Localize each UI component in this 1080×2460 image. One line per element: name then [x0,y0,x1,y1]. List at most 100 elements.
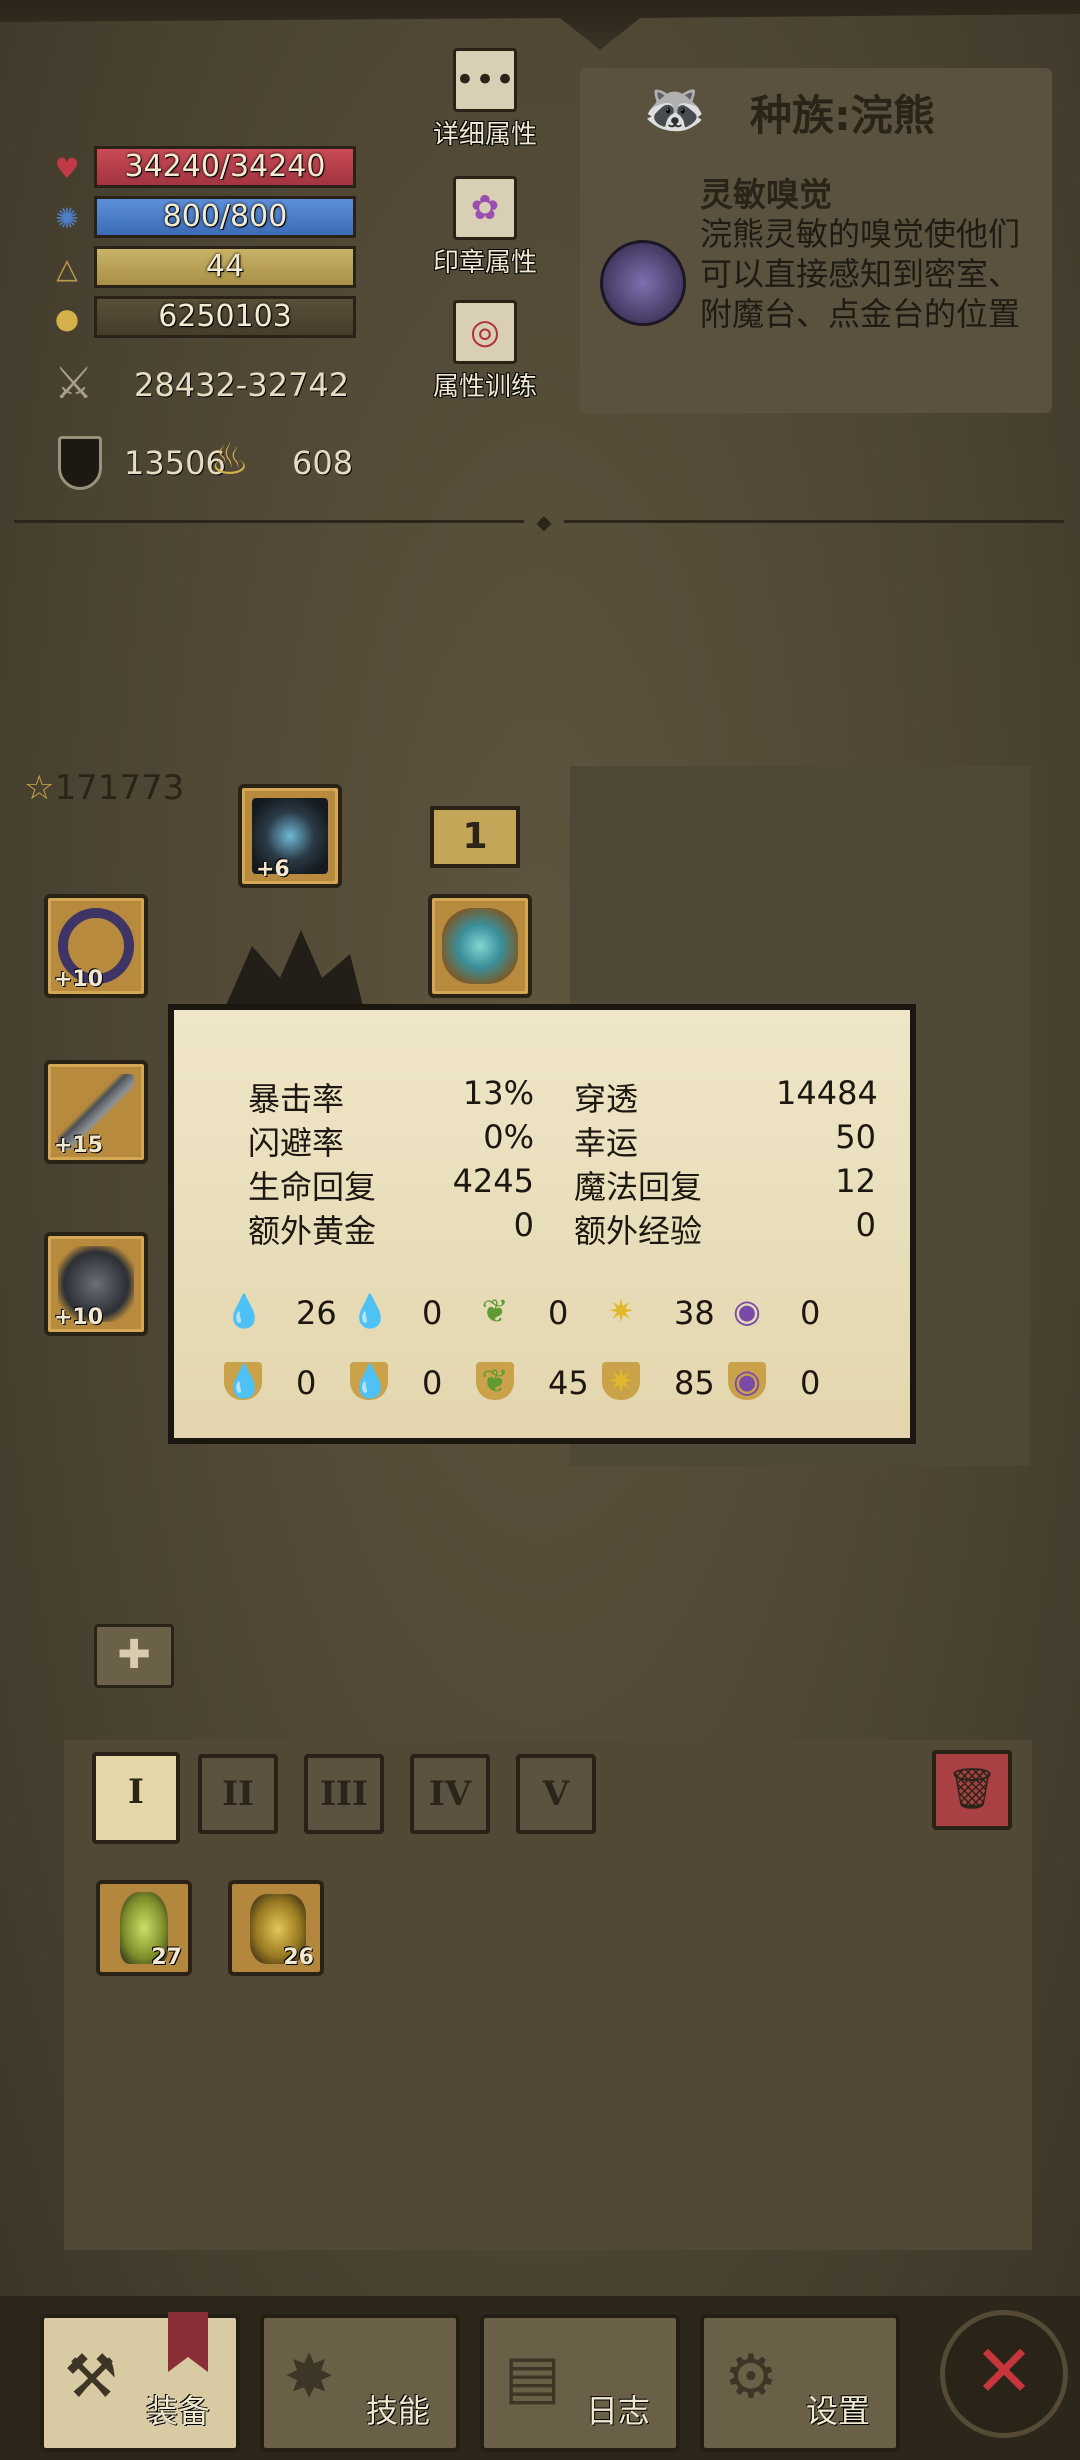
arcane-swirl-icon: ◉ [733,1292,761,1330]
fire-drop-icon: 💧 [224,1292,264,1330]
element-resist-value: 0 [422,1364,443,1402]
mp-row: ✺ 800/800 [50,196,360,240]
stat-value: 0% [483,1118,534,1156]
race-title: 种族:浣熊 [750,91,935,140]
attack-value: 28432-32742 [134,366,350,404]
tab-4[interactable]: IV [410,1754,490,1834]
element-attack-value: 0 [548,1294,569,1332]
helmet-level: +6 [256,857,290,882]
item-count: 27 [151,1945,182,1970]
item-count: 26 [283,1945,314,1970]
seal-attributes-button[interactable]: ✿ 印章属性 [430,176,540,279]
detail-attributes-label: 详细属性 [432,120,537,150]
raccoon-head-icon: 🦝 [643,80,707,138]
close-button[interactable]: ✕ [940,2310,1068,2438]
divider-left [14,520,524,523]
tab-2[interactable]: II [198,1754,278,1834]
divider-ornament: ◆ [536,510,552,534]
target-icon: ◎ [453,300,517,364]
raccoon-perk-icon [600,240,686,326]
close-icon: ✕ [973,2329,1035,2413]
gold-coins-icon: ● [54,302,80,335]
gold-row: ● 6250103 [50,296,360,340]
magic-orb-icon: ♨ [210,434,250,485]
seal-attributes-label: 印章属性 [432,248,537,278]
water-drop-icon: 💧 [350,1362,390,1400]
scroll-icon: ▤ [504,2342,561,2412]
score-value: 171773 [54,768,185,808]
mana-icon: ✺ [55,202,79,235]
element-resist-value: 45 [548,1364,589,1402]
element-attack-value: 26 [296,1294,337,1332]
element-attack-value: 38 [674,1294,715,1332]
tab-3[interactable]: III [304,1754,384,1834]
flower-seal-icon: ✿ [453,176,517,240]
nav-settings[interactable]: ⚙ 设置 [700,2314,900,2452]
level-bar: 44 [94,246,356,288]
nav-settings-label: 设置 [805,2392,870,2430]
more-dots-icon: ••• [453,48,517,112]
stat-name: 额外经验 [574,1212,703,1250]
element-attack-value: 0 [422,1294,443,1332]
nav-log[interactable]: ▤ 日志 [480,2314,680,2452]
stat-name: 穿透 [574,1080,639,1118]
stat-value: 14484 [776,1074,878,1112]
amulet-slot[interactable] [428,894,532,998]
stat-value: 13% [462,1074,534,1112]
gear-icon: ⚙ [724,2342,778,2412]
weapon-slot[interactable]: +15 [44,1060,148,1164]
attribute-training-label: 属性训练 [432,372,537,402]
element-resist-value: 85 [674,1364,715,1402]
stat-value: 0 [513,1206,534,1244]
stat-value: 12 [835,1162,876,1200]
crossed-swords-icon: ⚔ [54,358,94,409]
stat-value: 50 [835,1118,876,1156]
nav-skills[interactable]: ✸ 技能 [260,2314,460,2452]
stat-value: 4245 [452,1162,534,1200]
stat-name: 幸运 [574,1124,639,1162]
lightning-icon: ✷ [602,1362,640,1400]
tab-5[interactable]: V [516,1754,596,1834]
gold-bar: 6250103 [94,296,356,338]
ring-level: +10 [54,967,104,992]
leaf-icon: ❦ [481,1292,509,1330]
stat-name: 生命回复 [248,1168,377,1206]
inventory-item-armor[interactable]: 26 [228,1880,324,1976]
level-triangle-icon: △ [56,252,78,285]
inventory-item-potion[interactable]: 27 [96,1880,192,1976]
stat-name: 魔法回复 [574,1168,703,1206]
axe-icon: ⚒ [64,2342,118,2412]
divider-right [564,520,1064,523]
hp-row: ♥ 34240/34240 [50,146,360,190]
element-resist-value: 0 [800,1364,821,1402]
heart-icon: ♥ [54,152,80,185]
helmet-slot[interactable]: +6 [238,784,342,888]
glove-slot[interactable]: +10 [44,1232,148,1336]
add-cross-button[interactable]: ✚ [94,1624,174,1688]
star-icon: ☆ [24,768,55,808]
perk-description: 浣熊灵敏的嗅觉使他们可以直接感知到密室、附魔台、点金台的位置 [700,215,1021,333]
amulet-icon [442,908,518,984]
perk-title: 灵敏嗅觉 [700,175,832,214]
count-box[interactable]: 1 [430,806,520,868]
fire-drop-icon: 💧 [224,1362,264,1400]
nav-log-label: 日志 [585,2392,650,2430]
race-panel: 🦝 种族:浣熊 灵敏嗅觉 浣熊灵敏的嗅觉使他们可以直接感知到密室、附魔台、点金台… [580,68,1052,413]
stat-value: 0 [855,1206,876,1244]
skill-rune-icon: ✸ [284,2342,335,2412]
nav-equip-label: 装备 [145,2392,210,2430]
nav-equip[interactable]: ⚒ 装备 [40,2314,240,2452]
tab-1[interactable]: I [92,1752,180,1844]
stat-name: 闪避率 [248,1124,345,1162]
magic-value: 608 [292,444,354,482]
attribute-training-button[interactable]: ◎ 属性训练 [430,300,540,403]
trash-button[interactable]: 🗑 [932,1750,1012,1830]
shield-icon [58,436,102,490]
stat-name: 额外黄金 [248,1212,377,1250]
equipment-score: ☆171773 [24,768,184,808]
element-attack-value: 0 [800,1294,821,1332]
detail-attributes-button[interactable]: ••• 详细属性 [430,48,540,151]
ring-slot[interactable]: +10 [44,894,148,998]
hp-bar: 34240/34240 [94,146,356,188]
glove-level: +10 [54,1305,104,1330]
